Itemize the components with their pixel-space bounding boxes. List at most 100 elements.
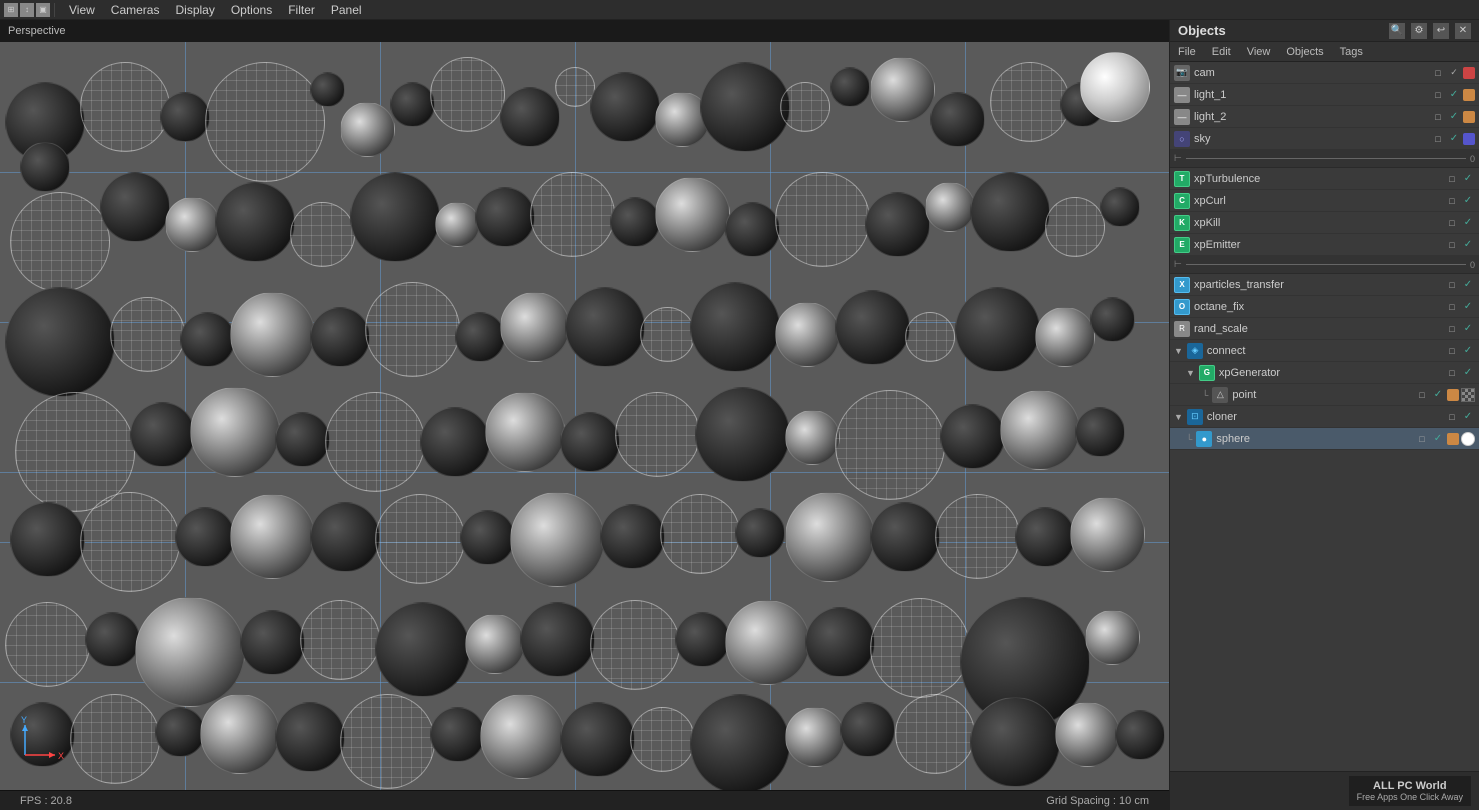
panel-menu-file[interactable]: File	[1170, 42, 1204, 62]
sphere-obj	[1015, 507, 1075, 567]
layout-icon: ▣	[36, 3, 50, 17]
obj-color-point[interactable]	[1447, 389, 1459, 401]
obj-row-light2[interactable]: — light_2 □ ✓	[1170, 106, 1479, 128]
obj-ctrl-lock-xpGen[interactable]: □	[1445, 366, 1459, 380]
obj-ctrl-lock-xpTurb[interactable]: □	[1445, 172, 1459, 186]
obj-row-xpCurl[interactable]: C xpCurl □ ✓	[1170, 190, 1479, 212]
obj-ctrl-vis-octaneFix[interactable]: ✓	[1461, 300, 1475, 314]
obj-color-sky[interactable]	[1463, 133, 1475, 145]
obj-ctrl-lock-sphere[interactable]: □	[1415, 432, 1429, 446]
panel-settings-btn[interactable]: ⚙	[1411, 23, 1427, 39]
obj-ctrl-vis-cam[interactable]: ✓	[1447, 66, 1461, 80]
panel-close-btn[interactable]: ✕	[1455, 23, 1471, 39]
obj-ctrl-vis-connect[interactable]: ✓	[1461, 344, 1475, 358]
obj-ctrl-lock-randScale[interactable]: □	[1445, 322, 1459, 336]
obj-ctrl-lock-connect[interactable]: □	[1445, 344, 1459, 358]
obj-ctrl-vis-light1[interactable]: ✓	[1447, 88, 1461, 102]
obj-row-xpGenerator[interactable]: ▼ G xpGenerator □ ✓	[1170, 362, 1479, 384]
obj-ctrl-vis-xpTransfer[interactable]: ✓	[1461, 278, 1475, 292]
obj-ctrl-vis-xpKill[interactable]: ✓	[1461, 216, 1475, 230]
obj-row-octaneFix[interactable]: O octane_fix □ ✓	[1170, 296, 1479, 318]
grid-icon: ⊞	[4, 3, 18, 17]
panel-menu-objects[interactable]: Objects	[1278, 42, 1331, 62]
obj-ctrl-vis-xpGen[interactable]: ✓	[1461, 366, 1475, 380]
panel-menu-tags[interactable]: Tags	[1332, 42, 1371, 62]
obj-row-connect[interactable]: ▼ ◈ connect □ ✓	[1170, 340, 1479, 362]
toolbar-icons: ⊞ ↕ ▣	[0, 3, 55, 17]
scene-canvas[interactable]: Y X	[0, 42, 1169, 790]
obj-row-light1[interactable]: — light_1 □ ✓	[1170, 84, 1479, 106]
menu-panel[interactable]: Panel	[323, 0, 370, 20]
obj-row-xpKill[interactable]: K xpKill □ ✓	[1170, 212, 1479, 234]
sphere-obj	[200, 694, 280, 774]
obj-ctrl-lock-octaneFix[interactable]: □	[1445, 300, 1459, 314]
obj-ctrl-lock-sky[interactable]: □	[1431, 132, 1445, 146]
obj-ctrl-vis-sphere[interactable]: ✓	[1431, 432, 1445, 446]
obj-ctrl-lock-light1[interactable]: □	[1431, 88, 1445, 102]
expand-xpGen-icon[interactable]: ▼	[1186, 368, 1195, 378]
obj-ctrl-vis-randScale[interactable]: ✓	[1461, 322, 1475, 336]
obj-row-xpTurbulence[interactable]: T xpTurbulence □ ✓	[1170, 168, 1479, 190]
obj-icon-light1: —	[1174, 87, 1190, 103]
obj-controls-xpTurb: □ ✓	[1445, 172, 1475, 186]
panel-menu-edit[interactable]: Edit	[1204, 42, 1239, 62]
obj-ctrl-vis-xpTurb[interactable]: ✓	[1461, 172, 1475, 186]
obj-ctrl-lock-xpCurl[interactable]: □	[1445, 194, 1459, 208]
panel-search-btn[interactable]: 🔍	[1389, 23, 1405, 39]
obj-row-cloner[interactable]: ▼ ⊡ cloner □ ✓	[1170, 406, 1479, 428]
menu-display[interactable]: Display	[167, 0, 222, 20]
obj-ctrl-lock-cloner[interactable]: □	[1445, 410, 1459, 424]
obj-ctrl-lock-xpTransfer[interactable]: □	[1445, 278, 1459, 292]
obj-ctrl-vis-xpEmitter[interactable]: ✓	[1461, 238, 1475, 252]
obj-name-xpCurl: xpCurl	[1194, 195, 1443, 207]
obj-controls-xpCurl: □ ✓	[1445, 194, 1475, 208]
sphere-obj	[130, 402, 195, 467]
obj-ctrl-lock-point[interactable]: □	[1415, 388, 1429, 402]
menu-cameras[interactable]: Cameras	[103, 0, 168, 20]
obj-ctrl-vis-cloner[interactable]: ✓	[1461, 410, 1475, 424]
obj-ctrl-vis-point[interactable]: ✓	[1431, 388, 1445, 402]
obj-color-sphere[interactable]	[1447, 433, 1459, 445]
obj-ctrl-vis-xpCurl[interactable]: ✓	[1461, 194, 1475, 208]
obj-name-xpKill: xpKill	[1194, 217, 1443, 229]
sphere-obj	[725, 202, 780, 257]
sphere-obj	[340, 694, 435, 789]
obj-name-randScale: rand_scale	[1194, 323, 1443, 335]
obj-ctrl-lock-xpEmitter[interactable]: □	[1445, 238, 1459, 252]
sphere-obj	[340, 102, 395, 157]
sphere-obj	[560, 702, 635, 777]
objects-list[interactable]: 📷 cam □ ✓ — light_1 □ ✓	[1170, 62, 1479, 771]
obj-row-randScale[interactable]: R rand_scale □ ✓	[1170, 318, 1479, 340]
obj-row-xpEmitter[interactable]: E xpEmitter □ ✓	[1170, 234, 1479, 256]
obj-ctrl-lock-light2[interactable]: □	[1431, 110, 1445, 124]
obj-row-cam[interactable]: 📷 cam □ ✓	[1170, 62, 1479, 84]
obj-row-sky[interactable]: ○ sky □ ✓	[1170, 128, 1479, 150]
obj-ctrl-vis-light2[interactable]: ✓	[1447, 110, 1461, 124]
obj-color-light1[interactable]	[1463, 89, 1475, 101]
sphere-obj	[775, 172, 870, 267]
tree-line-sphere: └	[1186, 434, 1192, 444]
obj-color-cam[interactable]	[1463, 67, 1475, 79]
sphere-obj	[275, 702, 345, 772]
panel-back-btn[interactable]: ↩	[1433, 23, 1449, 39]
obj-color-light2[interactable]	[1463, 111, 1475, 123]
menu-view[interactable]: View	[61, 0, 103, 20]
sphere-obj	[935, 494, 1020, 579]
obj-icon-xpKill: K	[1174, 215, 1190, 231]
obj-controls-xpEmitter: □ ✓	[1445, 238, 1475, 252]
svg-text:X: X	[58, 751, 64, 761]
menu-filter[interactable]: Filter	[280, 0, 323, 20]
obj-ctrl-lock-xpKill[interactable]: □	[1445, 216, 1459, 230]
panel-menu-view[interactable]: View	[1239, 42, 1279, 62]
expand-connect-icon[interactable]: ▼	[1174, 346, 1183, 356]
obj-ctrl-vis-sky[interactable]: ✓	[1447, 132, 1461, 146]
obj-ctrl-lock-cam[interactable]: □	[1431, 66, 1445, 80]
obj-row-sphere[interactable]: └ ● sphere □ ✓	[1170, 428, 1479, 450]
obj-controls-sky: □ ✓	[1431, 132, 1475, 146]
menu-options[interactable]: Options	[223, 0, 280, 20]
obj-row-xpTransfer[interactable]: X xparticles_transfer □ ✓	[1170, 274, 1479, 296]
expand-cloner-icon[interactable]: ▼	[1174, 412, 1183, 422]
separator-2: ⊢ 0	[1170, 256, 1479, 274]
obj-row-point[interactable]: └ △ point □ ✓	[1170, 384, 1479, 406]
sphere-obj	[1090, 297, 1135, 342]
